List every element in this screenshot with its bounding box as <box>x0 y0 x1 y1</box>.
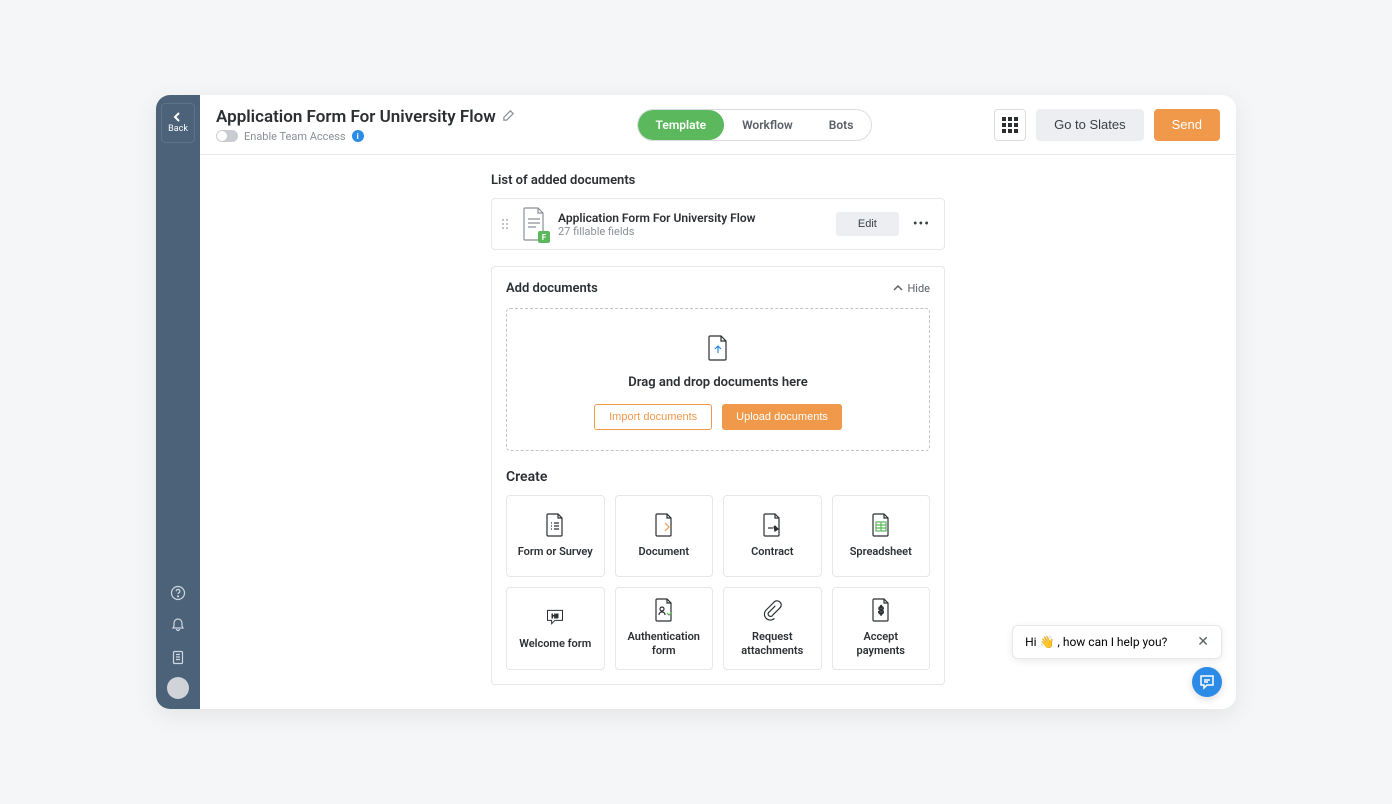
tab-template[interactable]: Template <box>638 110 725 140</box>
edit-document-button[interactable]: Edit <box>836 212 899 236</box>
payment-icon: $ <box>871 598 891 622</box>
bell-icon[interactable] <box>160 609 196 641</box>
chevron-up-icon <box>893 284 903 294</box>
tile-request-attachments[interactable]: Request attachments <box>723 587 822 670</box>
auth-icon <box>654 598 674 622</box>
page-title: Application Form For University Flow <box>216 107 496 127</box>
edit-title-icon[interactable] <box>502 107 515 126</box>
tile-label: Document <box>638 545 689 559</box>
chat-fab[interactable] <box>1192 667 1222 697</box>
svg-text:Hi!: Hi! <box>552 614 560 620</box>
go-to-slates-button[interactable]: Go to Slates <box>1036 109 1144 141</box>
tile-label: Form or Survey <box>518 545 593 559</box>
team-access-label: Enable Team Access <box>244 130 346 143</box>
form-badge-icon: F <box>538 231 550 243</box>
chevron-left-icon <box>173 112 183 122</box>
tabs: Template Workflow Bots <box>637 109 873 141</box>
chat-bubble: Hi 👋 , how can I help you? ✕ <box>1012 625 1222 659</box>
tile-label: Request attachments <box>730 630 815 659</box>
avatar[interactable] <box>167 677 189 699</box>
hide-toggle[interactable]: Hide <box>893 282 930 295</box>
top-actions: Go to Slates Send <box>994 109 1220 141</box>
document-icon <box>654 513 674 537</box>
grid-icon <box>1002 117 1018 133</box>
create-tiles: Form or Survey Document Contract <box>506 495 930 670</box>
drop-message: Drag and drop documents here <box>628 375 807 390</box>
app-frame: Back Application Form For University Flo… <box>156 95 1236 709</box>
documents-section-title: List of added documents <box>491 173 945 188</box>
title-wrap: Application Form For University Flow Ena… <box>216 107 515 143</box>
team-access-toggle[interactable] <box>216 130 238 142</box>
svg-text:$: $ <box>878 604 884 617</box>
tile-welcome-form[interactable]: Hi! Welcome form <box>506 587 605 670</box>
tile-document[interactable]: Document <box>615 495 714 577</box>
spreadsheet-icon <box>871 513 891 537</box>
main-area: Application Form For University Flow Ena… <box>200 95 1236 709</box>
document-meta: 27 fillable fields <box>558 225 826 238</box>
document-icon: F <box>520 207 548 241</box>
tab-workflow[interactable]: Workflow <box>724 110 811 140</box>
info-icon[interactable]: i <box>352 130 364 142</box>
upload-file-icon <box>707 335 729 361</box>
tab-bots[interactable]: Bots <box>811 110 872 140</box>
back-button[interactable]: Back <box>161 103 195 143</box>
welcome-icon: Hi! <box>545 605 565 629</box>
hide-label: Hide <box>907 282 930 295</box>
tile-auth-form[interactable]: Authentication form <box>615 587 714 670</box>
tile-accept-payments[interactable]: $ Accept payments <box>832 587 931 670</box>
clipboard-icon[interactable] <box>160 641 196 673</box>
tile-contract[interactable]: Contract <box>723 495 822 577</box>
close-icon[interactable]: ✕ <box>1197 634 1209 650</box>
tile-label: Authentication form <box>622 630 707 659</box>
topbar: Application Form For University Flow Ena… <box>200 95 1236 155</box>
document-card: F Application Form For University Flow 2… <box>491 198 945 250</box>
tile-spreadsheet[interactable]: Spreadsheet <box>832 495 931 577</box>
add-documents-title: Add documents <box>506 281 598 296</box>
upload-documents-button[interactable]: Upload documents <box>722 404 842 430</box>
attachment-icon <box>762 598 782 622</box>
apps-button[interactable] <box>994 109 1026 141</box>
tile-label: Contract <box>751 545 793 559</box>
drag-handle-icon[interactable] <box>502 219 510 229</box>
tile-label: Accept payments <box>839 630 924 659</box>
tile-form-survey[interactable]: Form or Survey <box>506 495 605 577</box>
send-button[interactable]: Send <box>1154 109 1220 141</box>
tile-label: Spreadsheet <box>850 545 912 559</box>
contract-icon <box>762 513 782 537</box>
form-icon <box>545 513 565 537</box>
chat-message: Hi 👋 , how can I help you? <box>1025 635 1167 649</box>
back-label: Back <box>168 124 188 134</box>
more-menu-button[interactable]: ••• <box>909 216 934 232</box>
import-documents-button[interactable]: Import documents <box>594 404 712 430</box>
sidebar: Back <box>156 95 200 709</box>
help-icon[interactable] <box>160 577 196 609</box>
add-documents-panel: Add documents Hide Drag and drop docume <box>491 266 945 685</box>
document-name: Application Form For University Flow <box>558 211 826 225</box>
chat-icon <box>1199 674 1215 690</box>
dropzone[interactable]: Drag and drop documents here Import docu… <box>506 308 930 451</box>
create-section-title: Create <box>506 469 930 485</box>
tile-label: Welcome form <box>519 637 591 651</box>
